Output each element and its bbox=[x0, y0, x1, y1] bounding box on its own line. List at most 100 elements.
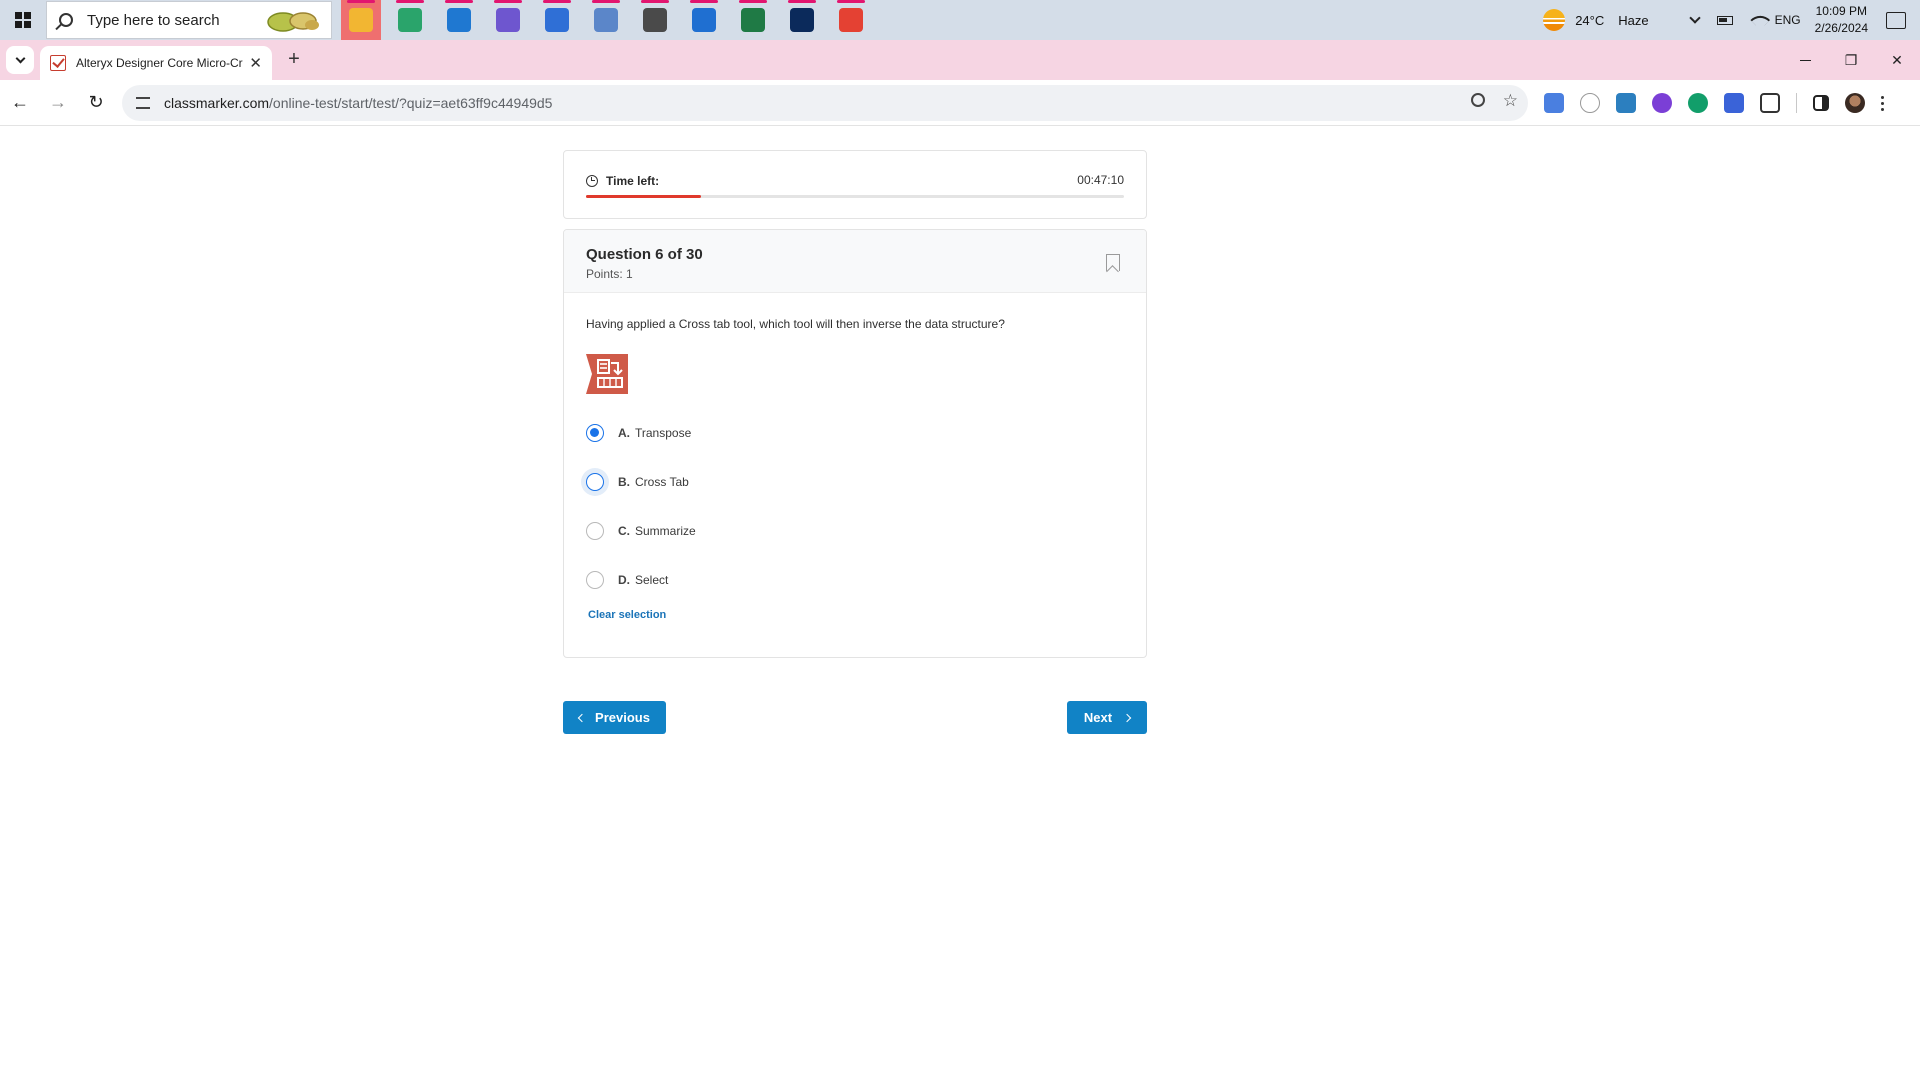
restore-icon: ❐ bbox=[1844, 51, 1858, 68]
question-card: Question 6 of 30 Points: 1 Having applie… bbox=[563, 229, 1147, 658]
option-c-text: Summarize bbox=[635, 524, 696, 538]
zoom-icon[interactable] bbox=[1470, 93, 1485, 107]
system-clock[interactable]: 10:09 PM 2/26/2024 bbox=[1815, 3, 1868, 37]
print-extension-icon[interactable] bbox=[1616, 93, 1636, 113]
taskbar-app-indicator bbox=[347, 0, 375, 3]
new-tab-plus-icon[interactable]: + bbox=[282, 48, 306, 72]
next-label: Next bbox=[1083, 710, 1113, 725]
classmarker-favicon-icon bbox=[50, 55, 66, 71]
document-user-icon bbox=[594, 8, 618, 32]
option-d-radio[interactable] bbox=[586, 571, 604, 589]
profile-avatar[interactable] bbox=[1845, 93, 1865, 113]
taskbar-app-chrome[interactable] bbox=[831, 0, 871, 40]
taskbar-app-document-user[interactable] bbox=[586, 0, 626, 40]
forward-button[interactable]: → bbox=[40, 85, 76, 121]
question-header: Question 6 of 30 Points: 1 bbox=[564, 230, 1146, 293]
start-button[interactable] bbox=[0, 0, 46, 40]
weather-desc[interactable]: Haze bbox=[1618, 13, 1648, 28]
tray-overflow-chevron-icon[interactable] bbox=[1688, 12, 1701, 24]
power-automate-desktop-icon bbox=[790, 8, 814, 32]
window-controls: ❐ ✕ bbox=[1782, 40, 1920, 80]
option-a-text: Transpose bbox=[635, 426, 692, 440]
tab-search-button[interactable] bbox=[6, 46, 34, 74]
side-panel-icon[interactable] bbox=[1813, 95, 1829, 111]
chevron-down-icon bbox=[15, 53, 25, 63]
monitor-extension-icon[interactable] bbox=[1580, 93, 1600, 113]
google-translate-extension-icon[interactable] bbox=[1544, 93, 1564, 113]
transpose-tool-icon bbox=[586, 354, 628, 394]
time-progress-bar bbox=[586, 195, 1124, 198]
battery-icon[interactable] bbox=[1716, 15, 1733, 25]
back-button[interactable]: ← bbox=[2, 85, 38, 121]
bookmark-icon[interactable] bbox=[1106, 254, 1120, 271]
option-d-text: Select bbox=[635, 573, 669, 587]
taskbar-app-indicator bbox=[494, 0, 522, 3]
option-d[interactable]: D. Select bbox=[586, 566, 668, 594]
site-info-icon[interactable] bbox=[136, 97, 150, 109]
option-a[interactable]: A. Transpose bbox=[586, 419, 691, 447]
timer-card: Time left: 00:47:10 bbox=[563, 150, 1147, 219]
option-b-radio[interactable] bbox=[586, 473, 604, 491]
option-c[interactable]: C. Summarize bbox=[586, 517, 696, 545]
option-b-letter: B. bbox=[618, 475, 630, 489]
clear-selection-link[interactable]: Clear selection bbox=[588, 609, 666, 621]
minimize-button[interactable] bbox=[1782, 40, 1828, 80]
option-c-radio[interactable] bbox=[586, 522, 604, 540]
photos-icon bbox=[692, 8, 716, 32]
tab-close-icon[interactable]: ✕ bbox=[249, 54, 262, 72]
notifications-icon[interactable] bbox=[1886, 11, 1906, 29]
taskbar-app-power-automate-desktop[interactable] bbox=[782, 0, 822, 40]
restore-button[interactable]: ❐ bbox=[1828, 40, 1874, 80]
taskbar-app-indicator bbox=[641, 0, 669, 3]
bookmark-star-icon[interactable]: ☆ bbox=[1503, 92, 1518, 109]
tab-title: Alteryx Designer Core Micro-Cr bbox=[75, 56, 243, 70]
option-b-text: Cross Tab bbox=[635, 475, 689, 489]
time-progress-fill bbox=[586, 195, 701, 198]
url-text[interactable]: classmarker.com/online-test/start/test/?… bbox=[164, 95, 552, 111]
close-window-button[interactable]: ✕ bbox=[1874, 40, 1920, 80]
arrow-left-icon: ← bbox=[11, 92, 29, 112]
settings-icon bbox=[643, 8, 667, 32]
extensions-puzzle-icon[interactable] bbox=[1760, 93, 1780, 113]
taskbar-app-photos[interactable] bbox=[684, 0, 724, 40]
option-a-radio[interactable] bbox=[586, 424, 604, 442]
language-indicator[interactable]: ENG bbox=[1775, 13, 1801, 27]
browser-menu-icon[interactable] bbox=[1881, 95, 1884, 111]
next-button[interactable]: Next bbox=[1067, 701, 1147, 734]
purple-extension-icon[interactable] bbox=[1652, 93, 1672, 113]
taskbar-app-excel[interactable] bbox=[733, 0, 773, 40]
taskbar-app-azure-devops[interactable] bbox=[537, 0, 577, 40]
option-d-letter: D. bbox=[618, 573, 630, 587]
windows-taskbar: Type here to search 24°C Haze ENG 10:09 … bbox=[0, 0, 1920, 40]
taskbar-app-settings[interactable] bbox=[635, 0, 675, 40]
weather-haze-icon[interactable] bbox=[1543, 9, 1566, 31]
toolbar-divider bbox=[1796, 93, 1797, 113]
previous-label: Previous bbox=[595, 710, 650, 725]
taskbar-app-edge[interactable] bbox=[390, 0, 430, 40]
search-highlight-pistachio-icon bbox=[267, 12, 319, 32]
reload-icon: ↻ bbox=[88, 92, 104, 112]
reload-button[interactable]: ↻ bbox=[78, 85, 114, 121]
address-bar[interactable]: classmarker.com/online-test/start/test/?… bbox=[122, 85, 1528, 121]
windows-logo-icon bbox=[15, 12, 31, 28]
taskbar-app-mail[interactable] bbox=[439, 0, 479, 40]
previous-button[interactable]: Previous bbox=[563, 701, 666, 734]
file-explorer-icon bbox=[349, 8, 373, 32]
taskbar-app-indicator bbox=[543, 0, 571, 3]
taskbar-app-copilot[interactable] bbox=[488, 0, 528, 40]
taskbar-app-file-explorer[interactable] bbox=[341, 0, 381, 40]
taskbar-search-box[interactable]: Type here to search bbox=[46, 1, 332, 39]
wifi-icon[interactable] bbox=[1749, 10, 1770, 30]
browser-toolbar: ← → ↻ classmarker.com/online-test/start/… bbox=[0, 80, 1920, 126]
option-a-letter: A. bbox=[618, 426, 630, 440]
option-b[interactable]: B. Cross Tab bbox=[586, 468, 689, 496]
taskbar-app-indicator bbox=[739, 0, 767, 3]
browser-tab-active[interactable]: Alteryx Designer Core Micro-Cr ✕ bbox=[40, 46, 272, 80]
browser-tab-strip: Alteryx Designer Core Micro-Cr ✕ + bbox=[0, 40, 1920, 80]
accessibility-extension-icon[interactable] bbox=[1724, 93, 1744, 113]
weather-temp[interactable]: 24°C bbox=[1575, 13, 1604, 28]
question-title: Question 6 of 30 bbox=[586, 246, 703, 263]
grammarly-extension-icon[interactable] bbox=[1688, 93, 1708, 113]
option-c-letter: C. bbox=[618, 524, 630, 538]
taskbar-app-indicator bbox=[592, 0, 620, 3]
